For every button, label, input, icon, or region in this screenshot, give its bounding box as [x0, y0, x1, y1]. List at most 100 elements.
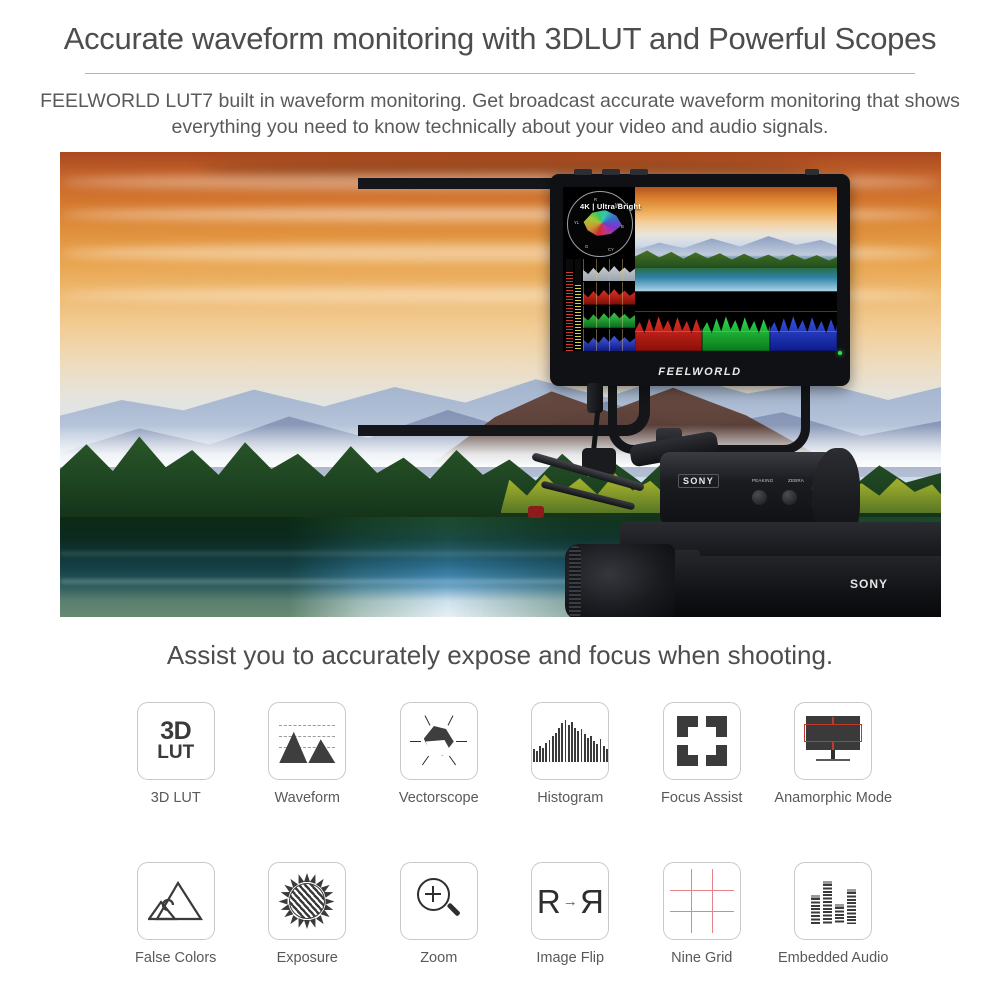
page-subtitle: FEELWORLD LUT7 built in waveform monitor… — [40, 89, 960, 139]
audio-meter-channel — [566, 259, 573, 351]
feature-label: Vectorscope — [398, 790, 479, 806]
anamorphic-icon-box[interactable] — [794, 702, 873, 780]
accessory-clamp — [528, 506, 544, 518]
feature-label: 3D LUT — [150, 790, 201, 806]
embedded-audio-icon-box[interactable] — [794, 862, 873, 940]
features-row-1: 3D LUT 3D LUT Waveform Vectorscope Histo… — [110, 702, 900, 806]
feature-zoom[interactable]: Zoom — [373, 862, 505, 966]
parade-graticule — [635, 291, 703, 351]
feature-label: Embedded Audio — [778, 950, 889, 966]
lut-icon: 3D LUT — [157, 716, 194, 762]
zoom-icon-box[interactable] — [399, 862, 478, 940]
page-title: Accurate waveform monitoring with 3DLUT … — [63, 21, 937, 56]
vectorscope-label-cy: CY — [608, 247, 614, 252]
power-led-indicator — [838, 351, 842, 355]
histogram-icon-box[interactable] — [531, 702, 610, 780]
histogram-bar — [532, 749, 535, 762]
features-tagline: Assist you to accurately expose and focu… — [166, 640, 834, 670]
feature-nine-grid[interactable]: Nine Grid — [636, 862, 768, 966]
focus-assist-icon-box[interactable] — [662, 702, 741, 780]
histogram-bar — [535, 751, 538, 762]
flip-letter-original: R — [536, 882, 561, 920]
feature-exposure[interactable]: Exposure — [242, 862, 374, 966]
nine-grid-icon-box[interactable] — [662, 862, 741, 940]
histogram-bar — [539, 746, 541, 762]
feature-label: False Colors — [135, 950, 217, 966]
scope-graticule — [583, 282, 635, 305]
image-flip-icon-box[interactable]: R → R — [531, 862, 610, 940]
monitor-brand-logo: FEELWORLD — [658, 366, 742, 378]
histogram-bar — [551, 736, 554, 762]
histogram-bar — [596, 743, 599, 762]
feature-label: Histogram — [537, 790, 604, 806]
histogram-bar — [586, 737, 589, 762]
vectorscope-trace — [583, 210, 622, 236]
lens-focus-ring — [569, 546, 581, 617]
monitor-top-button[interactable] — [574, 169, 592, 175]
lut-icon-box[interactable]: 3D LUT — [136, 702, 215, 780]
false-colors-icon-box[interactable] — [136, 862, 215, 940]
osd-resolution-label: 4K | Ultra-Bright — [580, 202, 641, 211]
feature-vectorscope[interactable]: Vectorscope — [373, 702, 505, 806]
vectorscope-label-b: B — [621, 224, 624, 229]
camera-rig: R MG YL B G CY 4K | Ultra-Bright FEELWOR… — [60, 152, 941, 617]
monitor-top-button[interactable] — [630, 169, 648, 175]
vectorscope-icon — [409, 714, 467, 768]
nine-grid-icon — [669, 869, 734, 933]
feature-label: Image Flip — [536, 950, 605, 966]
histogram-bar — [548, 740, 551, 762]
product-feature-page: Accurate waveform monitoring with 3DLUT … — [0, 0, 1000, 1000]
red-histogram — [583, 282, 635, 305]
zoom-icon — [414, 876, 464, 926]
audio-meter-channel — [574, 259, 581, 351]
feature-label: Anamorphic Mode — [774, 790, 893, 806]
scope-graticule — [583, 305, 635, 328]
audio-level-meters — [566, 259, 581, 351]
feature-anamorphic-mode[interactable]: Anamorphic Mode — [768, 702, 900, 806]
parade-red-channel — [635, 291, 703, 351]
histogram-bar — [555, 732, 557, 762]
histogram-bar — [580, 729, 583, 762]
histogram-bar — [577, 730, 580, 762]
zebra-button[interactable] — [782, 490, 797, 505]
focus-assist-icon — [676, 716, 727, 766]
parade-green-channel — [702, 291, 770, 351]
feature-histogram[interactable]: Histogram — [505, 702, 637, 806]
vectorscope-overlay: R MG YL B G CY — [567, 191, 633, 257]
button-label-peaking: PEAKING — [752, 478, 774, 483]
histogram-bar — [606, 749, 608, 762]
lut-icon-text-main: 3D — [160, 716, 192, 745]
exposure-sun-ray — [323, 889, 335, 898]
monitor-top-button[interactable] — [805, 169, 819, 175]
histogram-bar — [599, 739, 602, 762]
feature-embedded-audio[interactable]: Embedded Audio — [768, 862, 900, 966]
histogram-bar — [567, 725, 570, 762]
page-header: Accurate waveform monitoring with 3DLUT … — [0, 0, 1000, 140]
exposure-sun-ray — [278, 898, 288, 904]
viewfinder-brand-logo: SONY — [678, 474, 720, 488]
feature-false-colors[interactable]: False Colors — [110, 862, 242, 966]
exposure-icon-box[interactable] — [268, 862, 347, 940]
scope-graticule — [583, 259, 635, 282]
feature-3d-lut[interactable]: 3D LUT 3D LUT — [110, 702, 242, 806]
feature-label: Nine Grid — [671, 950, 733, 966]
image-flip-icon: R → R — [536, 882, 604, 920]
feature-image-flip[interactable]: R → R Image Flip — [505, 862, 637, 966]
flip-arrow-icon: → — [562, 892, 578, 910]
anamorphic-icon — [804, 716, 863, 766]
parade-blue-channel — [769, 291, 837, 351]
screen-lake — [635, 268, 837, 291]
camera-body-brand-logo: SONY — [850, 577, 889, 591]
monitor-top-button[interactable] — [602, 169, 620, 175]
waveform-icon-box[interactable] — [268, 702, 347, 780]
button-label-zebra: ZEBRA — [788, 478, 805, 483]
hero-product-photo: R MG YL B G CY 4K | Ultra-Bright FEELWOR… — [60, 152, 941, 617]
screen-live-image — [635, 187, 837, 291]
features-grid: 3D LUT 3D LUT Waveform Vectorscope Histo… — [110, 702, 900, 1000]
feature-focus-assist[interactable]: Focus Assist — [636, 702, 768, 806]
peaking-button[interactable] — [752, 490, 767, 505]
feature-waveform[interactable]: Waveform — [242, 702, 374, 806]
vectorscope-icon-box[interactable] — [399, 702, 478, 780]
histogram-bar — [545, 742, 548, 762]
vectorscope-label-yl: YL — [574, 220, 580, 225]
